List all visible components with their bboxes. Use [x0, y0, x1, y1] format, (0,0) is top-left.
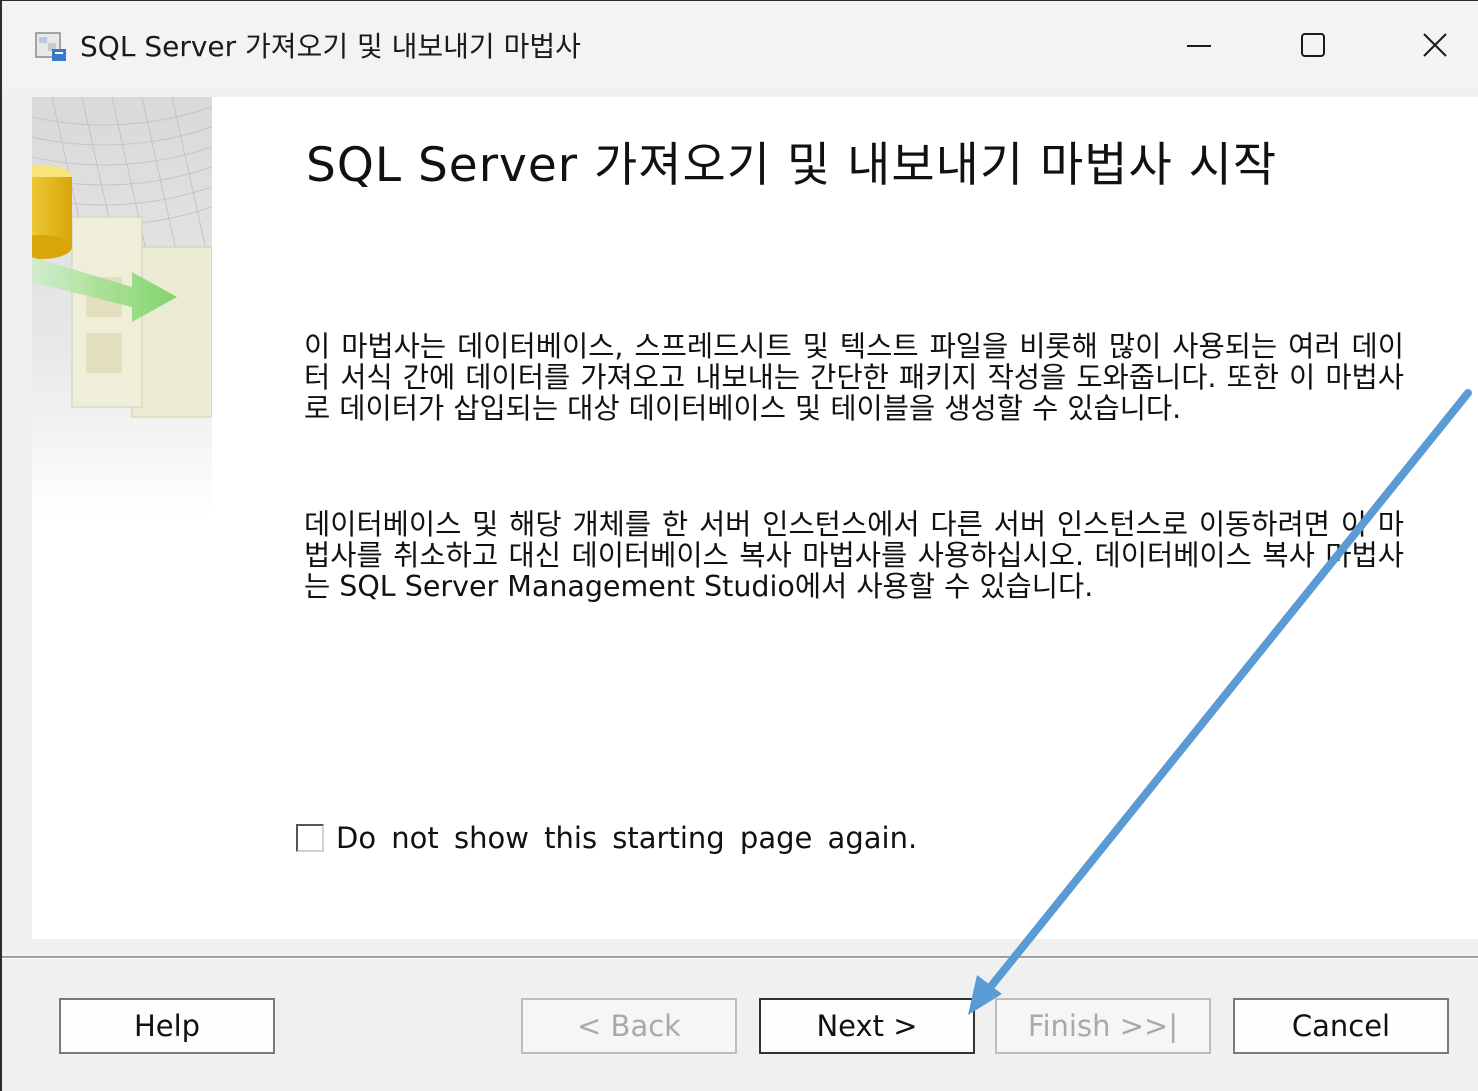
- skip-start-page-checkbox[interactable]: [296, 824, 324, 852]
- window-title: SQL Server 가져오기 및 내보내기 마법사: [80, 30, 581, 63]
- close-button[interactable]: [1400, 15, 1470, 75]
- wizard-app-icon: [35, 32, 66, 61]
- close-icon: [1423, 33, 1447, 57]
- cancel-button[interactable]: Cancel: [1233, 998, 1449, 1054]
- finish-button[interactable]: Finish >>|: [995, 998, 1211, 1054]
- skip-start-page-label[interactable]: Do not show this starting page again.: [336, 821, 917, 855]
- wizard-window: SQL Server 가져오기 및 내보내기 마법사 SQL Server 가져…: [0, 0, 1478, 1091]
- wizard-content-panel: SQL Server 가져오기 및 내보내기 마법사 시작 이 마법사는 데이터…: [32, 97, 1478, 939]
- help-button[interactable]: Help: [59, 998, 275, 1054]
- description-paragraph-1: 이 마법사는 데이터베이스, 스프레드시트 및 텍스트 파일을 비롯해 많이 사…: [304, 330, 1404, 425]
- back-button[interactable]: < Back: [521, 998, 737, 1054]
- button-bar-separator: [2, 956, 1478, 959]
- minimize-button[interactable]: [1164, 15, 1234, 75]
- wizard-banner-art: [32, 97, 212, 517]
- description-paragraph-2: 데이터베이스 및 해당 개체를 한 서버 인스턴스에서 다른 서버 인스턴스로 …: [304, 508, 1404, 603]
- skip-start-page-option[interactable]: Do not show this starting page again.: [296, 821, 917, 855]
- maximize-button[interactable]: [1278, 15, 1348, 75]
- maximize-icon: [1301, 33, 1325, 57]
- page-title: SQL Server 가져오기 및 내보내기 마법사 시작: [306, 138, 1278, 193]
- title-bar[interactable]: SQL Server 가져오기 및 내보내기 마법사: [2, 1, 1478, 89]
- minimize-icon: [1187, 45, 1211, 47]
- next-button[interactable]: Next >: [759, 998, 975, 1054]
